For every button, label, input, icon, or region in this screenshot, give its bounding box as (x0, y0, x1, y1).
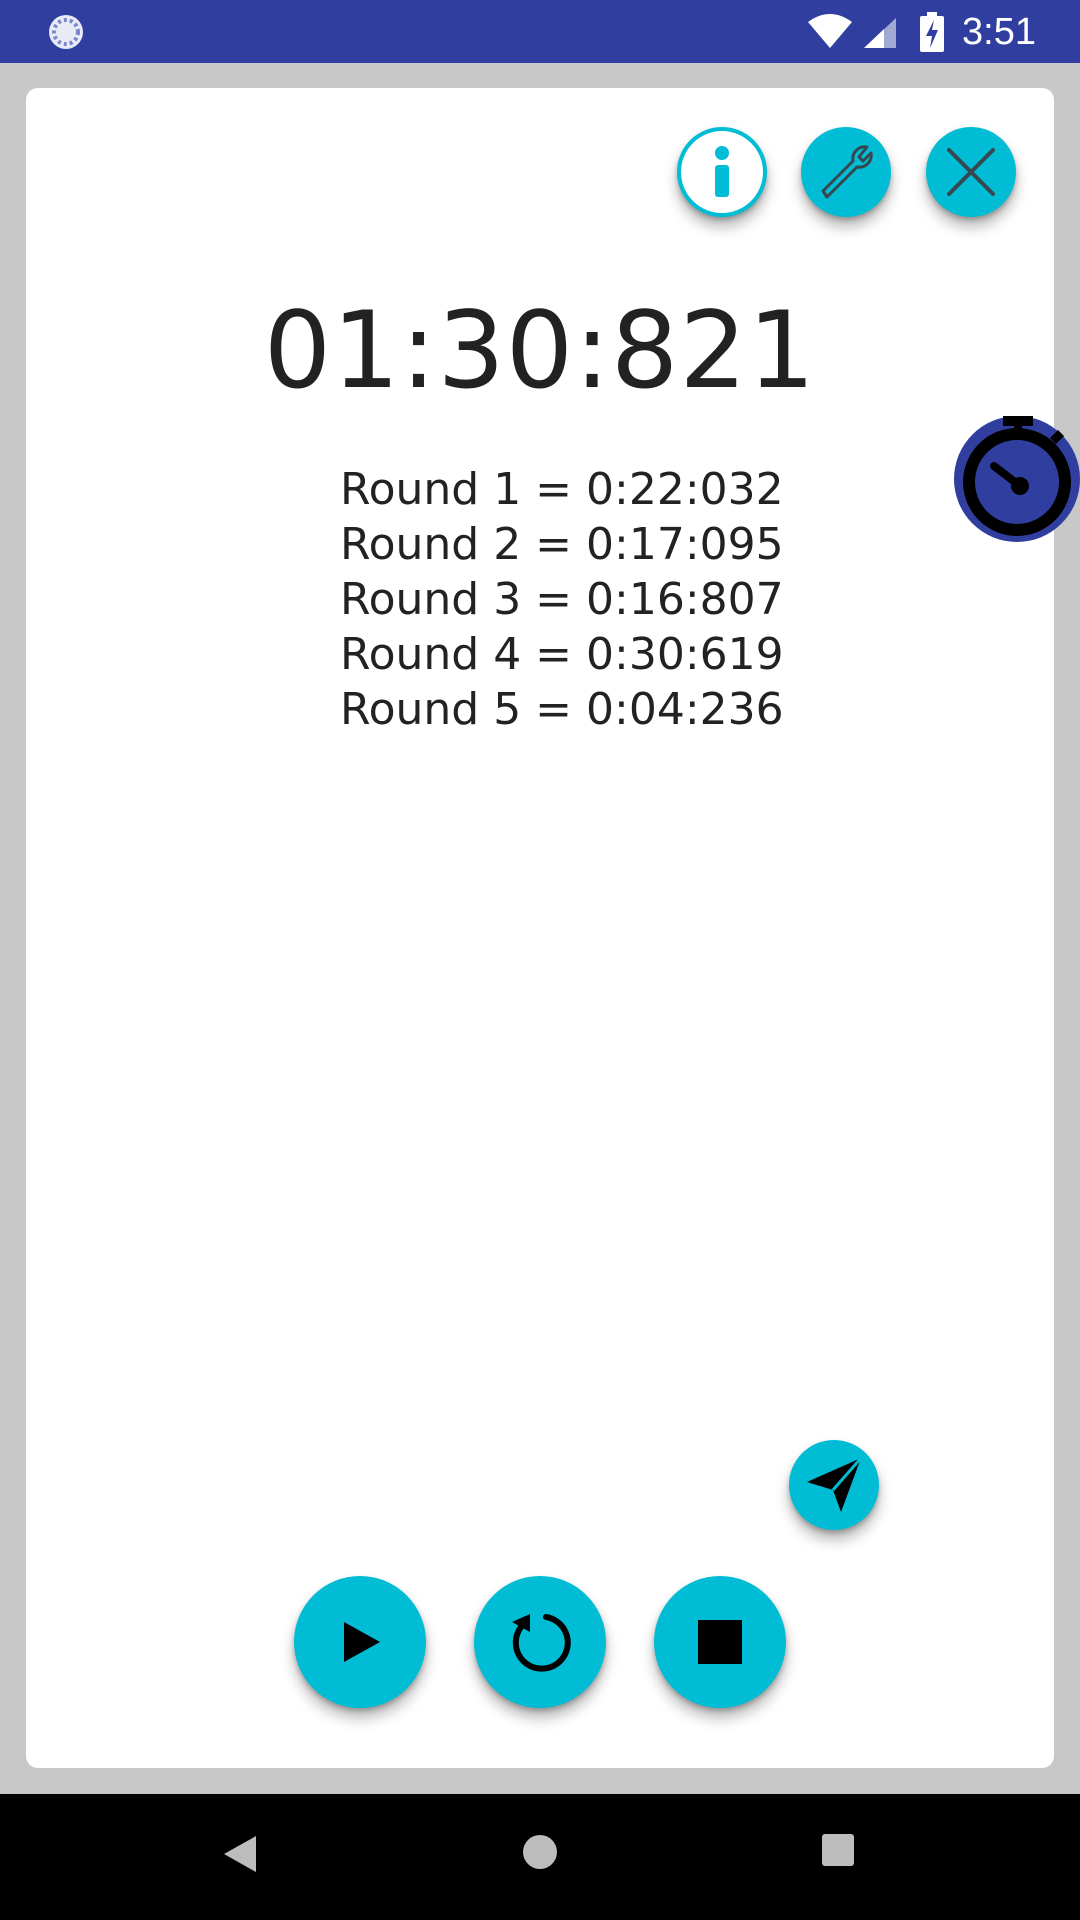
recents-icon[interactable] (822, 1834, 854, 1866)
rounds-list: Round 1 = 0:22:032 Round 2 = 0:17:095 Ro… (340, 462, 784, 737)
wrench-icon (821, 145, 873, 199)
status-bar: 3:51 (0, 0, 1080, 63)
list-item: Round 2 = 0:17:095 (340, 519, 784, 570)
list-item: Round 4 = 0:30:619 (340, 629, 784, 680)
close-icon (947, 148, 995, 196)
home-icon[interactable] (522, 1834, 558, 1870)
navigation-bar (0, 1794, 1080, 1920)
share-button[interactable] (789, 1440, 879, 1530)
stopwatch-bubble[interactable] (954, 416, 1080, 542)
back-icon[interactable] (222, 1834, 258, 1874)
wifi-icon (808, 14, 852, 48)
info-icon (715, 146, 729, 197)
stopwatch-icon (963, 416, 1071, 536)
play-button[interactable] (294, 1576, 426, 1708)
play-icon (344, 1622, 380, 1662)
info-button[interactable] (677, 127, 767, 217)
list-item: Round 5 = 0:04:236 (340, 684, 784, 735)
close-button[interactable] (926, 127, 1016, 217)
cell-signal-icon (864, 18, 896, 48)
settings-button[interactable] (801, 127, 891, 217)
reset-icon (512, 1614, 571, 1672)
reset-button[interactable] (474, 1576, 606, 1708)
stop-button[interactable] (654, 1576, 786, 1708)
list-item: Round 3 = 0:16:807 (340, 574, 784, 625)
sync-status-icon (49, 15, 83, 49)
elapsed-time: 01:30:821 (263, 289, 817, 412)
battery-charging-icon (920, 12, 944, 52)
list-item: Round 1 = 0:22:032 (340, 464, 784, 515)
send-icon (807, 1457, 863, 1512)
stop-icon (698, 1620, 742, 1664)
status-time: 3:51 (962, 11, 1036, 53)
